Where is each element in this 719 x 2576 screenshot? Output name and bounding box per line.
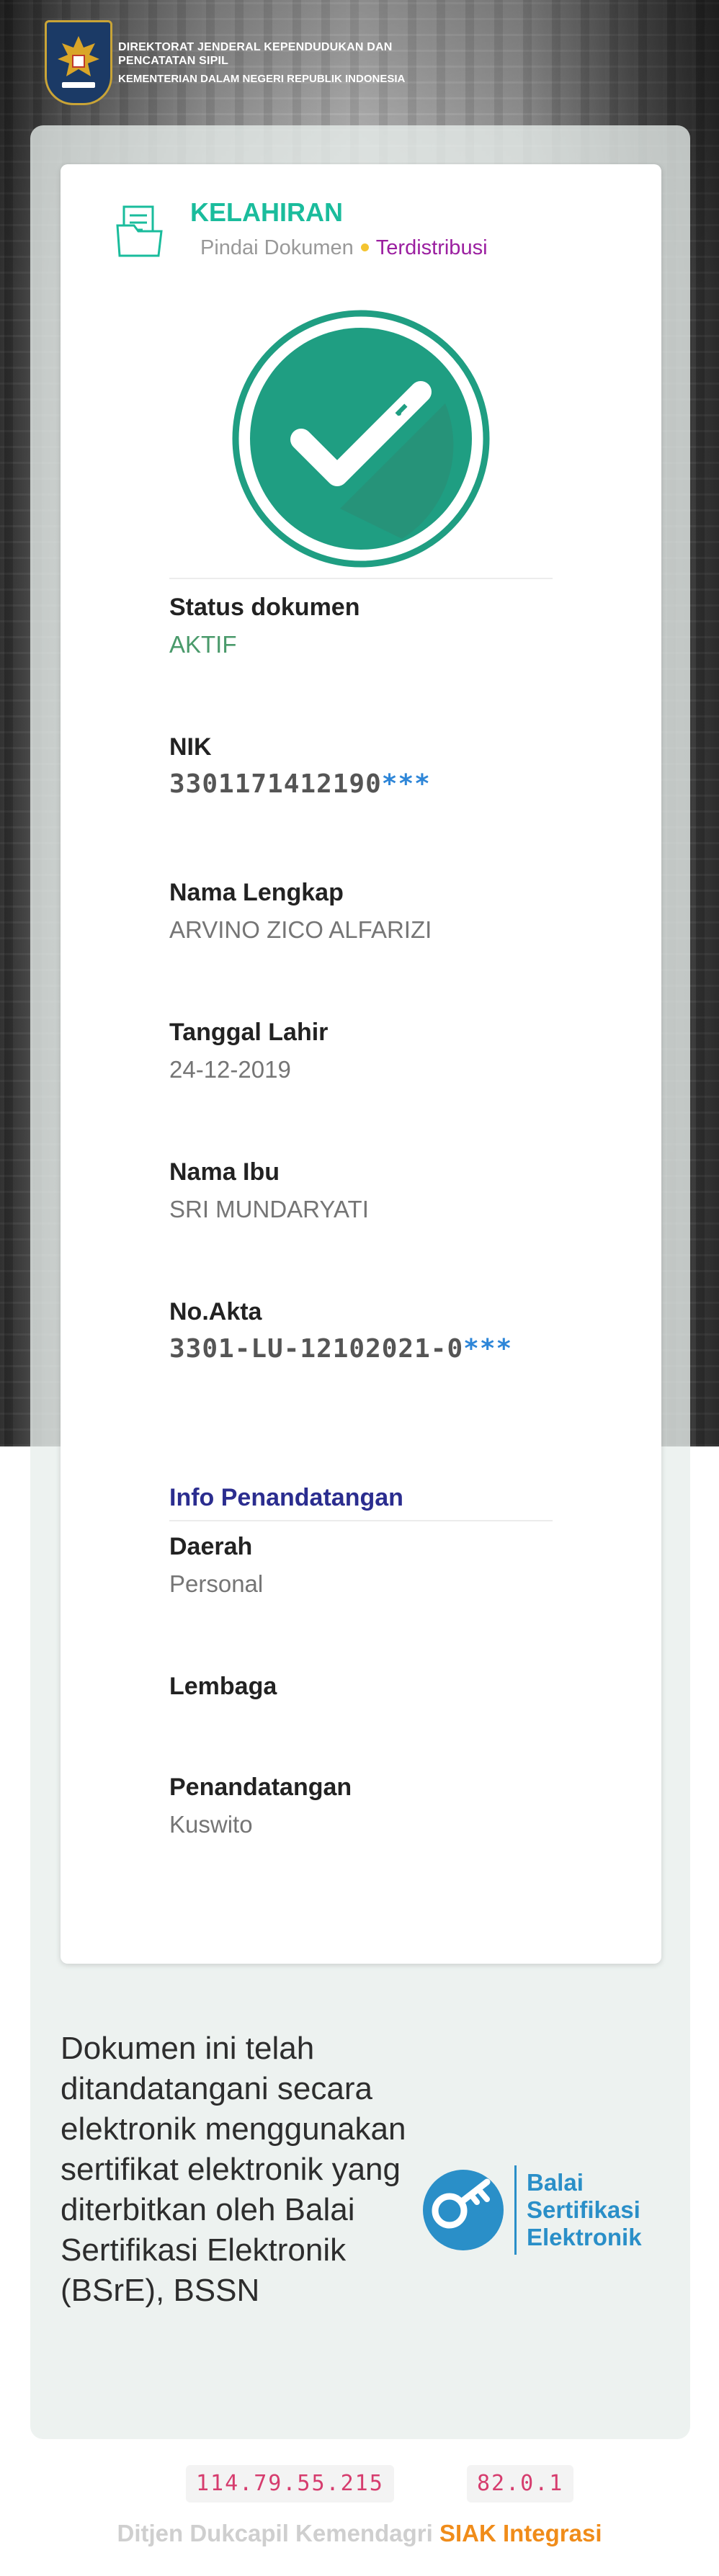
field-value: Kuswito xyxy=(169,1811,253,1838)
field-value: ARVINO ZICO ALFARIZI xyxy=(169,916,432,943)
field-label: Nama Ibu xyxy=(169,1158,280,1186)
field-label: Status dokumen xyxy=(169,594,360,621)
field-nama-ibu: Nama Ibu SRI MUNDARYATI xyxy=(169,1157,573,1226)
field-value: 24-12-2019 xyxy=(169,1056,291,1083)
folder-document-icon xyxy=(116,205,163,257)
masked-suffix: *** xyxy=(463,1334,513,1364)
field-no-akta: No.Akta 3301-LU-12102021-0*** xyxy=(169,1297,573,1366)
bsre-logo[interactable]: Balai Sertifikasi Elektronik xyxy=(421,2165,642,2255)
bsre-logo-text: Balai Sertifikasi Elektronik xyxy=(527,2169,642,2251)
scan-label: Pindai Dokumen xyxy=(200,236,354,259)
bsre-key-icon xyxy=(423,2170,504,2250)
logo-line: Elektronik xyxy=(527,2224,642,2250)
divider xyxy=(169,578,553,579)
status-dot xyxy=(360,243,369,251)
footer-system-link[interactable]: SIAK Integrasi xyxy=(439,2520,602,2546)
masked-suffix: *** xyxy=(381,769,431,799)
field-label: No.Akta xyxy=(169,1298,262,1325)
footer-org: Ditjen Dukcapil Kemendagri xyxy=(117,2520,433,2546)
field-value: Personal xyxy=(169,1570,264,1597)
garuda-emblem-icon xyxy=(45,20,112,105)
logo-line: Sertifikasi xyxy=(527,2196,640,2223)
document-type-title: KELAHIRAN xyxy=(190,197,343,227)
field-value: 3301-LU-12102021-0*** xyxy=(169,1333,573,1366)
header-title: DIREKTORAT JENDERAL KEPENDUDUKAN DAN PEN… xyxy=(118,40,393,67)
field-label: Lembaga xyxy=(169,1673,277,1700)
logo-line: Balai xyxy=(527,2169,584,2196)
header-subtitle: KEMENTERIAN DALAM NEGERI REPUBLIK INDONE… xyxy=(118,72,406,85)
divider xyxy=(169,1520,553,1521)
field-lembaga: Lembaga xyxy=(169,1671,573,1707)
field-nik: NIK 3301171412190*** xyxy=(169,732,573,801)
field-daerah: Daerah Personal xyxy=(169,1531,573,1601)
nik-value: 3301171412190 xyxy=(169,769,382,799)
signing-section-title: Info Penandatangan xyxy=(169,1484,403,1511)
field-status-dokumen: Status dokumen AKTIF xyxy=(169,592,573,661)
distribution-label: Terdistribusi xyxy=(375,236,488,259)
field-label: Nama Lengkap xyxy=(169,879,344,906)
field-tanggal-lahir: Tanggal Lahir 24-12-2019 xyxy=(169,1017,573,1086)
field-label: Daerah xyxy=(169,1533,253,1560)
field-value: AKTIF xyxy=(169,631,237,658)
header: DIREKTORAT JENDERAL KEPENDUDUKAN DAN PEN… xyxy=(45,20,435,105)
field-value: 3301171412190*** xyxy=(169,768,573,801)
esign-statement: Dokumen ini telah ditandatangani secara … xyxy=(61,2031,406,2308)
field-value: SRI MUNDARYATI xyxy=(169,1196,369,1222)
ip-address-badge: 114.79.55.215 xyxy=(186,2465,394,2503)
logo-divider xyxy=(514,2165,517,2255)
field-label: Penandatangan xyxy=(169,1774,352,1801)
document-status-line: Pindai Dokumen Terdistribusi xyxy=(200,236,488,260)
document-card: KELAHIRAN Pindai Dokumen Terdistribusi St… xyxy=(61,164,661,1964)
page: DIREKTORAT JENDERAL KEPENDUDUKAN DAN PEN… xyxy=(0,0,719,2576)
footer-credit: Ditjen Dukcapil Kemendagri SIAK Integras… xyxy=(0,2520,719,2547)
field-label: Tanggal Lahir xyxy=(169,1019,329,1046)
field-label: NIK xyxy=(169,733,212,761)
check-circle-icon xyxy=(232,310,490,568)
version-badge: 82.0.1 xyxy=(467,2465,574,2503)
field-nama-lengkap: Nama Lengkap ARVINO ZICO ALFARIZI xyxy=(169,877,573,947)
field-penandatangan: Penandatangan Kuswito xyxy=(169,1772,573,1841)
akta-value: 3301-LU-12102021-0 xyxy=(169,1334,464,1364)
